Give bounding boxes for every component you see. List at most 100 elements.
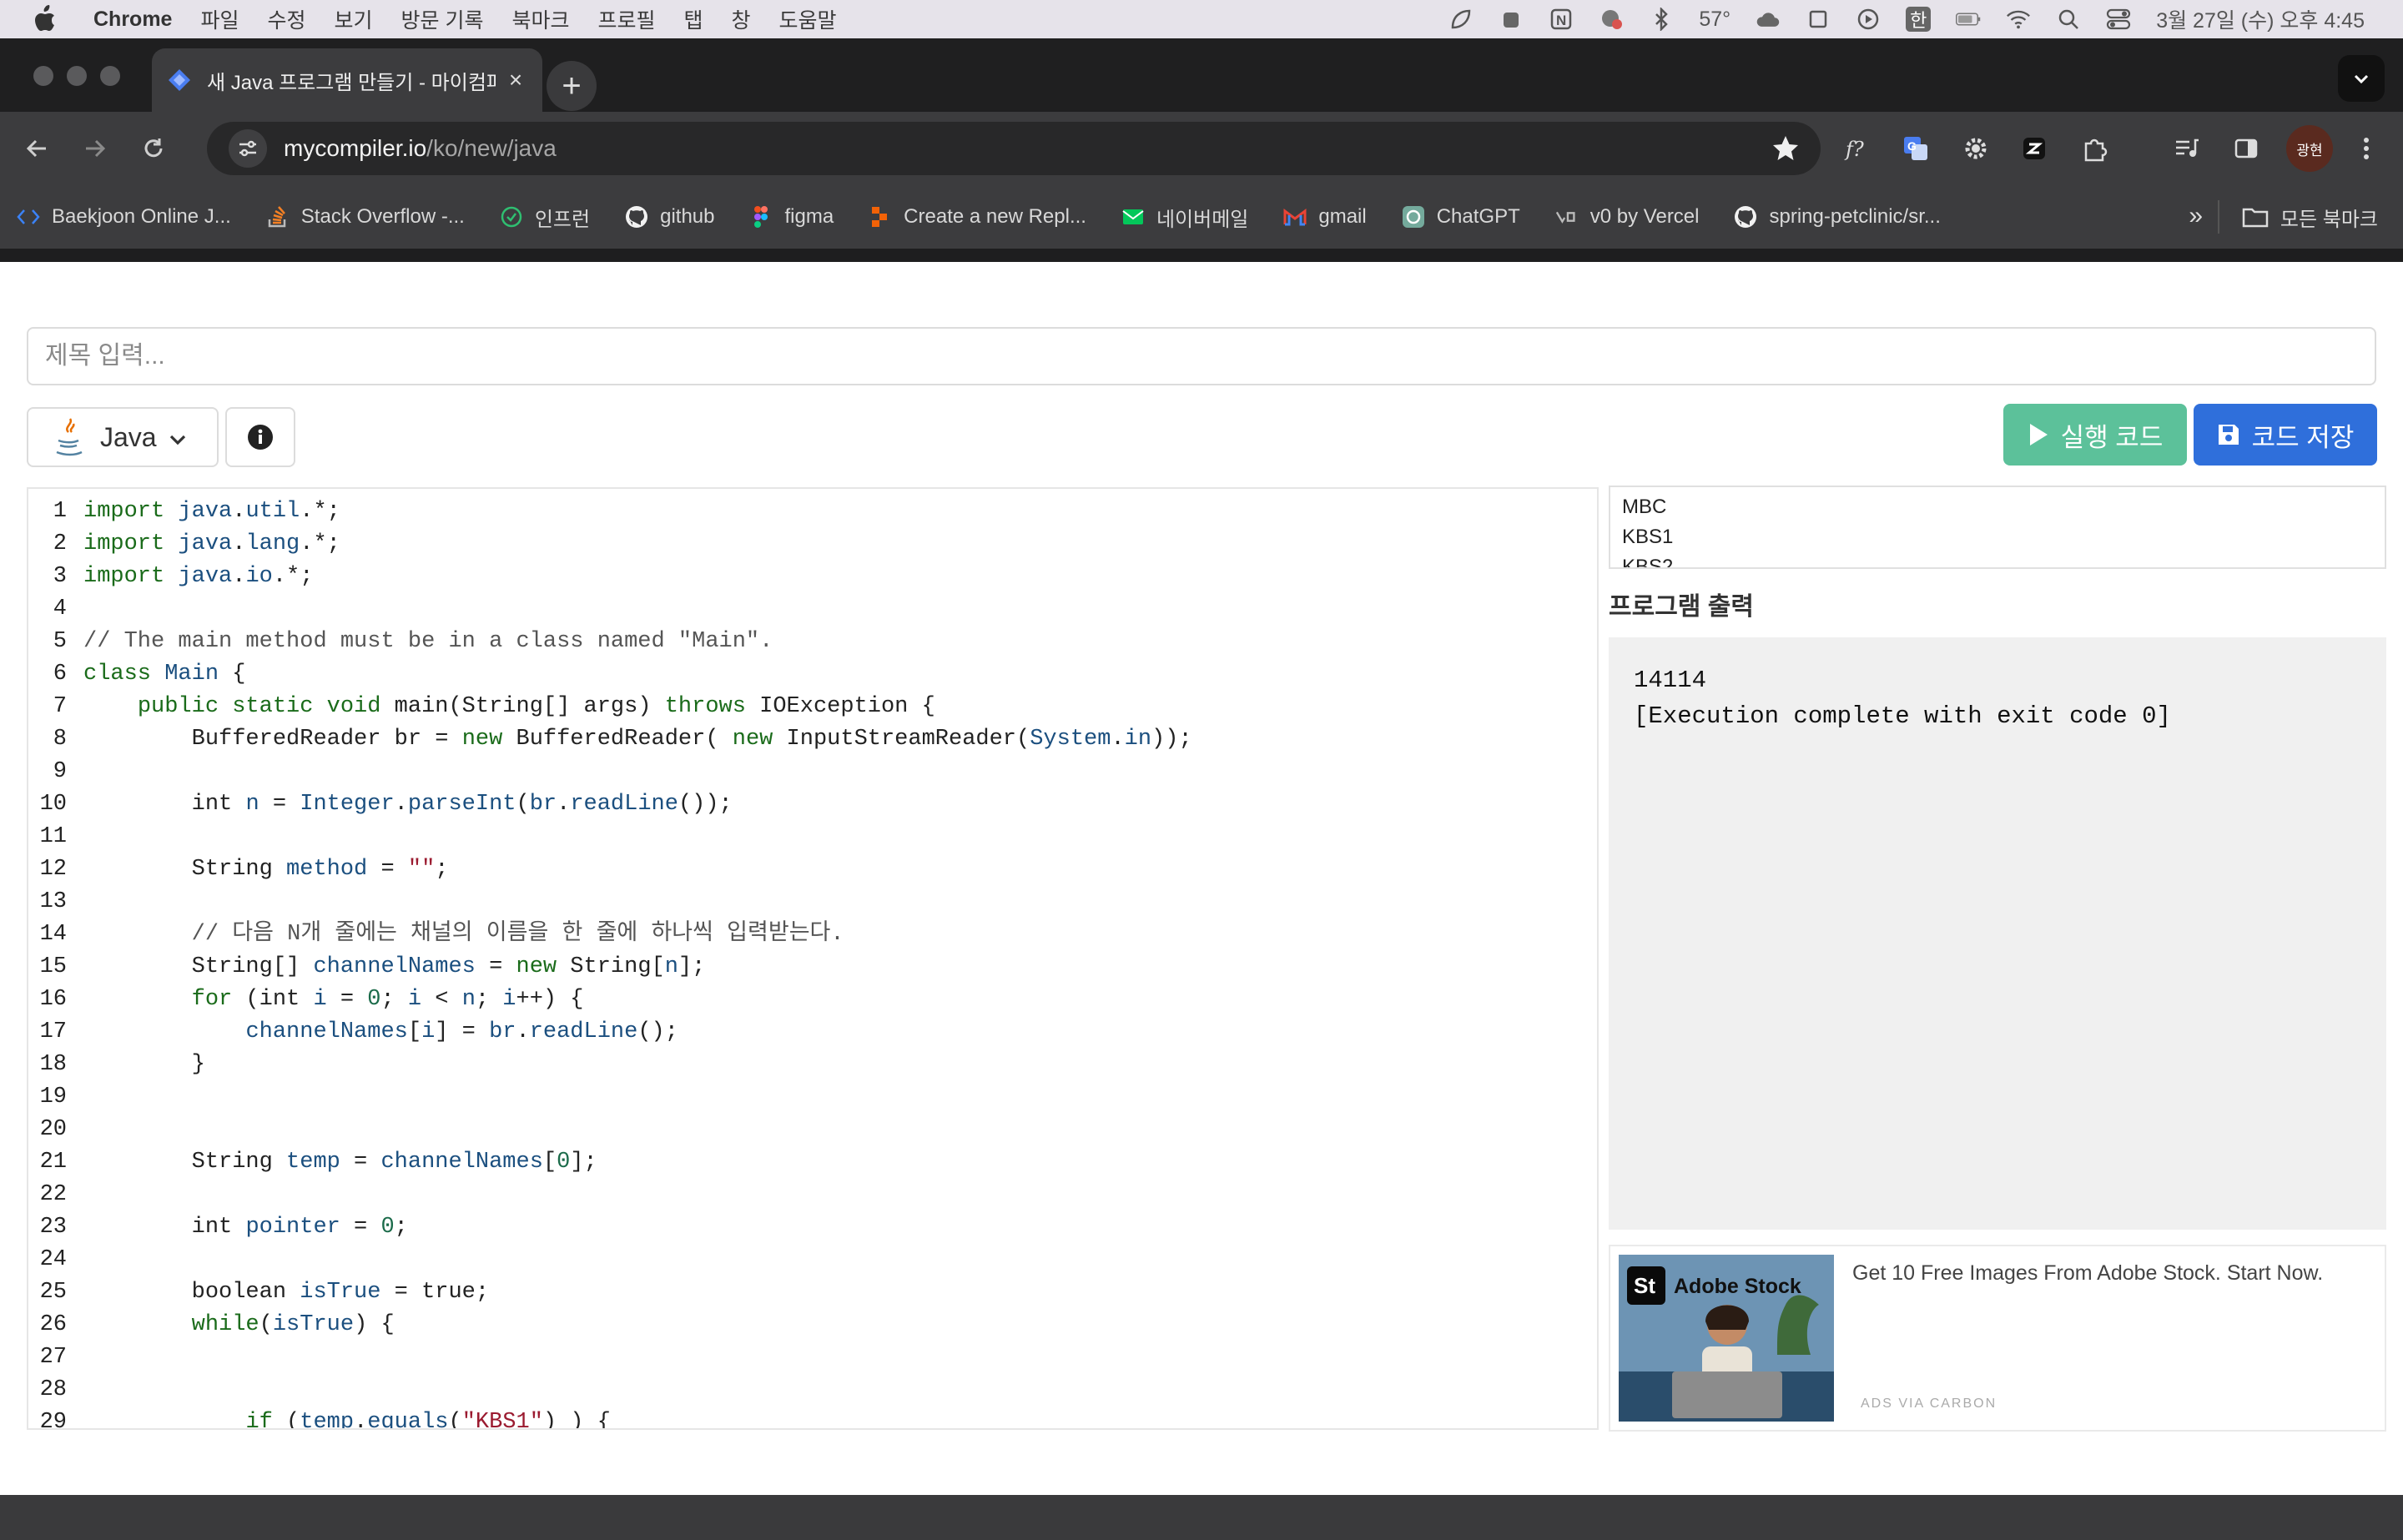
- menu-profiles[interactable]: 프로필: [597, 4, 655, 34]
- extensions-puzzle-icon[interactable]: [2074, 128, 2114, 169]
- spotlight-search-icon[interactable]: [2056, 7, 2081, 32]
- code-line[interactable]: 2 import java.lang.*;: [28, 528, 340, 561]
- title-input[interactable]: [27, 327, 2376, 385]
- address-bar[interactable]: mycompiler.io/ko/new/java: [207, 122, 1821, 175]
- menu-file[interactable]: 파일: [200, 4, 239, 34]
- close-window-button[interactable]: [33, 66, 53, 86]
- active-tab[interactable]: 새 Java 프로그램 만들기 - 마이컴파 ×: [152, 48, 542, 112]
- code-line[interactable]: 17 channelNames[i] = br.readLine();: [28, 1016, 678, 1049]
- bluetooth-icon[interactable]: [1649, 7, 1674, 32]
- code-line[interactable]: 13: [28, 886, 67, 918]
- chat-icon[interactable]: [1599, 7, 1624, 32]
- reload-button[interactable]: [130, 125, 177, 172]
- tab-close-icon[interactable]: ×: [504, 67, 527, 93]
- code-line[interactable]: 29 if (temp.equals("KBS1") ) {: [28, 1407, 611, 1428]
- play-icon[interactable]: [1856, 7, 1881, 32]
- code-line[interactable]: 21 String temp = channelNames[0];: [28, 1146, 597, 1179]
- bookmark-stackoverflow[interactable]: Stack Overflow -...: [266, 205, 465, 229]
- clock[interactable]: 3월 27일 (수) 오후 4:45: [2156, 4, 2365, 34]
- bookmark-replit[interactable]: Create a new Repl...: [869, 205, 1086, 229]
- code-line[interactable]: 26 while(isTrue) {: [28, 1309, 395, 1341]
- media-controls-icon[interactable]: [2166, 128, 2206, 169]
- app-menu-chrome[interactable]: Chrome: [93, 8, 172, 32]
- bookmark-naver-mail[interactable]: 네이버메일: [1121, 203, 1248, 232]
- forward-button[interactable]: [72, 125, 118, 172]
- save-code-button[interactable]: 코드 저장: [2194, 404, 2377, 466]
- tab-search-button[interactable]: [2338, 55, 2385, 102]
- site-info-icon[interactable]: [229, 129, 267, 168]
- ad-via-label[interactable]: ADS VIA CARBON: [1861, 1397, 1997, 1412]
- code-line[interactable]: 28: [28, 1374, 67, 1407]
- menu-history[interactable]: 방문 기록: [401, 4, 484, 34]
- bookmarks-overflow-icon[interactable]: »: [2189, 202, 2203, 230]
- bookmark-v0[interactable]: v0 by Vercel: [1555, 205, 1699, 229]
- code-line[interactable]: 25 boolean isTrue = true;: [28, 1276, 490, 1309]
- ad-image[interactable]: St Adobe Stock: [1619, 1255, 1834, 1422]
- code-line[interactable]: 5 // The main method must be in a class n…: [28, 626, 773, 658]
- code-line[interactable]: 6 class Main {: [28, 658, 246, 691]
- zeplin-extension-icon[interactable]: [2014, 128, 2054, 169]
- translate-extension-icon[interactable]: G: [1896, 128, 1936, 169]
- menu-edit[interactable]: 수정: [267, 4, 305, 34]
- side-panel-icon[interactable]: [2226, 128, 2266, 169]
- code-line[interactable]: 8 BufferedReader br = new BufferedReader…: [28, 723, 1192, 756]
- code-line[interactable]: 24: [28, 1244, 67, 1276]
- bookmark-gmail[interactable]: gmail: [1283, 205, 1367, 229]
- bookmark-inflearn[interactable]: 인프런: [500, 203, 590, 232]
- minimize-window-button[interactable]: [67, 66, 87, 86]
- more-menu-icon[interactable]: [2346, 128, 2386, 169]
- menu-view[interactable]: 보기: [335, 4, 373, 34]
- code-line[interactable]: 9: [28, 756, 67, 788]
- app-status-icon[interactable]: [1499, 7, 1524, 32]
- bookmark-star-icon[interactable]: [1769, 132, 1802, 165]
- menu-window[interactable]: 창: [732, 4, 751, 34]
- menu-bookmarks[interactable]: 북마크: [511, 4, 569, 34]
- wifi-icon[interactable]: [2006, 7, 2031, 32]
- code-line[interactable]: 11: [28, 821, 67, 853]
- bookmark-spring-petclinic[interactable]: spring-petclinic/sr...: [1734, 205, 1941, 229]
- stdin-input[interactable]: MBC KBS1 KBS2: [1609, 486, 2386, 569]
- code-line[interactable]: 18 }: [28, 1049, 205, 1081]
- bookmark-figma[interactable]: figma: [749, 205, 834, 229]
- code-line[interactable]: 15 String[] channelNames = new String[n]…: [28, 951, 706, 984]
- bookmark-github[interactable]: github: [625, 205, 714, 229]
- input-method-icon[interactable]: 한: [1906, 7, 1932, 32]
- code-line[interactable]: 4: [28, 593, 67, 626]
- code-line[interactable]: 19: [28, 1081, 67, 1114]
- run-code-button[interactable]: 실행 코드: [2003, 404, 2187, 466]
- code-line[interactable]: 20: [28, 1114, 67, 1146]
- code-line[interactable]: 22: [28, 1179, 67, 1211]
- new-tab-button[interactable]: +: [547, 61, 597, 111]
- back-button[interactable]: [13, 125, 60, 172]
- menu-help[interactable]: 도움말: [779, 4, 837, 34]
- leaf-icon[interactable]: [1448, 7, 1474, 32]
- weather-temp[interactable]: 57°: [1699, 8, 1730, 32]
- code-line[interactable]: 10 int n = Integer.parseInt(br.readLine(…: [28, 788, 733, 821]
- info-button[interactable]: [225, 407, 295, 467]
- ad-text[interactable]: Get 10 Free Images From Adobe Stock. Sta…: [1852, 1258, 2370, 1288]
- sponsored-ad[interactable]: St Adobe Stock Get 10 Free Images From A…: [1609, 1245, 2386, 1432]
- code-line[interactable]: 1 import java.util.*;: [28, 496, 340, 528]
- code-editor[interactable]: 1 import java.util.*; 2 import java.lang.*;…: [27, 487, 1599, 1430]
- code-line[interactable]: 27: [28, 1341, 67, 1374]
- notion-icon[interactable]: N: [1549, 7, 1574, 32]
- code-line[interactable]: 16 for (int i = 0; i < n; i++) {: [28, 984, 584, 1016]
- control-center-icon[interactable]: [2106, 7, 2131, 32]
- code-line[interactable]: 3 import java.io.*;: [28, 561, 314, 593]
- bookmark-chatgpt[interactable]: ChatGPT: [1402, 205, 1520, 229]
- bookmark-baekjoon[interactable]: Baekjoon Online J...: [17, 205, 231, 229]
- all-bookmarks-folder[interactable]: 모든 북마크: [2242, 185, 2378, 249]
- code-line[interactable]: 7 public static void main(String[] args)…: [28, 691, 935, 723]
- apple-logo-icon[interactable]: [32, 5, 60, 33]
- window-icon[interactable]: [1806, 7, 1831, 32]
- code-line[interactable]: 23 int pointer = 0;: [28, 1211, 408, 1244]
- code-line[interactable]: 14 // 다음 N개 줄에는 채널의 이름을 한 줄에 하나씩 입력받는다.: [28, 918, 844, 951]
- language-select[interactable]: Java: [27, 407, 219, 467]
- gear-extension-icon[interactable]: [1956, 128, 1996, 169]
- formula-extension-icon[interactable]: f?: [1836, 128, 1876, 169]
- battery-icon[interactable]: [1956, 7, 1981, 32]
- profile-avatar[interactable]: 광현: [2286, 125, 2333, 172]
- zoom-window-button[interactable]: [100, 66, 120, 86]
- code-line[interactable]: 12 String method = "";: [28, 853, 449, 886]
- menu-tab[interactable]: 탭: [684, 4, 703, 34]
